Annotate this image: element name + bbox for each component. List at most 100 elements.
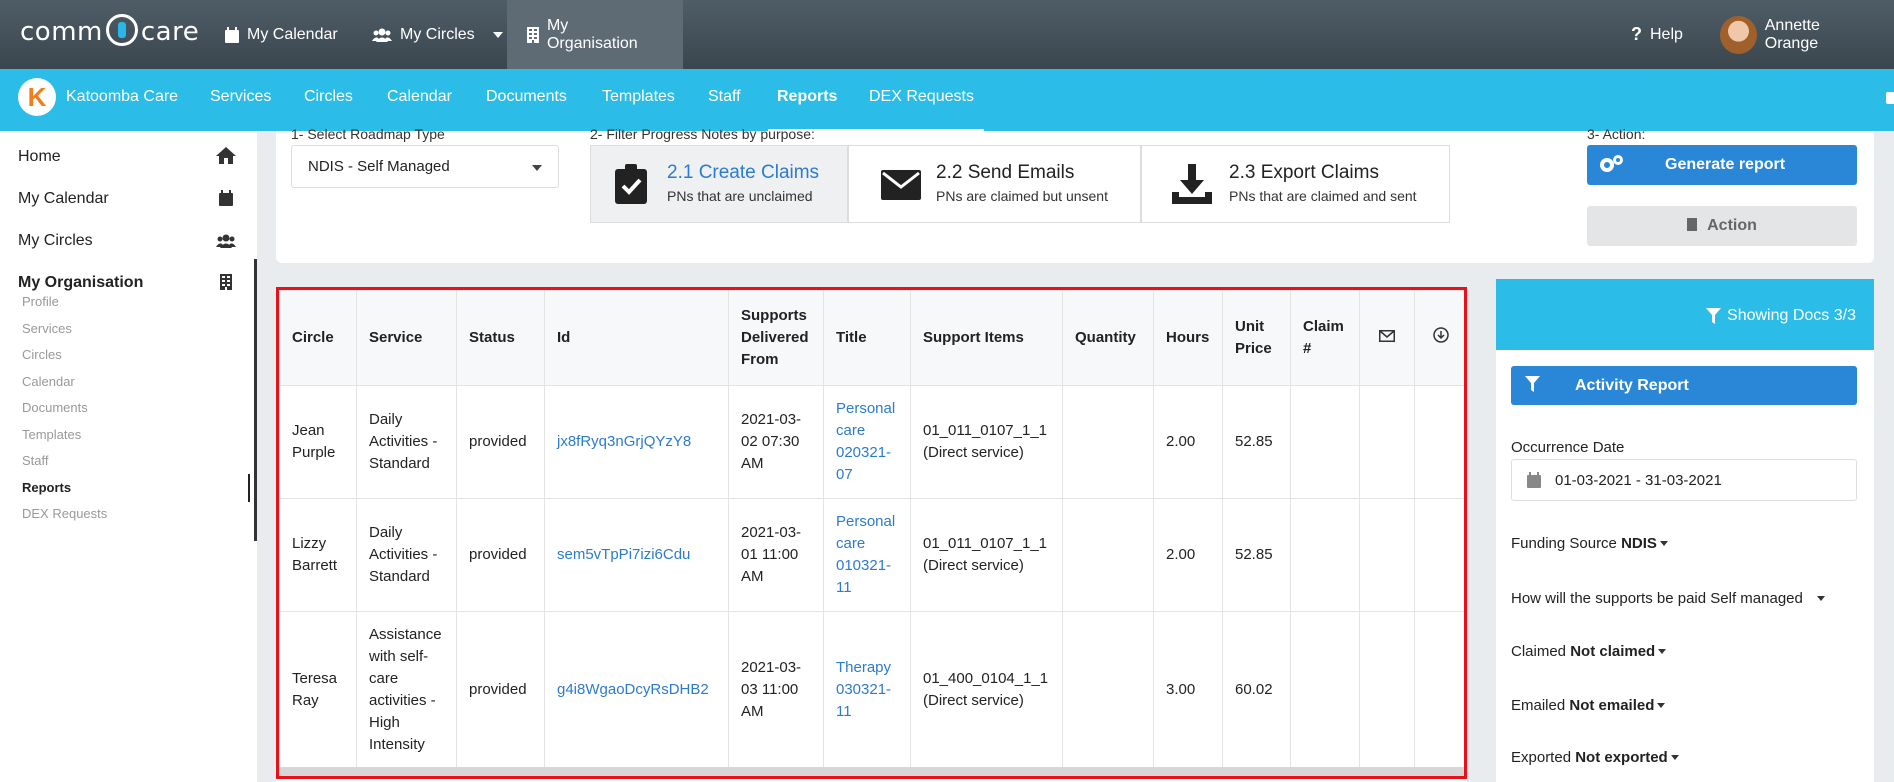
cell-service: Assistance with self-care activities - H… — [356, 611, 457, 768]
column-header-hours[interactable]: Hours — [1153, 290, 1223, 386]
occurrence-date-label: Occurrence Date — [1511, 439, 1625, 456]
column-header-quantity[interactable]: Quantity — [1062, 290, 1154, 386]
sidebar-item-my-calendar[interactable]: My Calendar — [18, 190, 109, 208]
column-header-title[interactable]: Title — [823, 290, 911, 386]
chevron-down-icon — [1657, 703, 1666, 708]
cell-unit-price: 52.85 — [1222, 498, 1291, 612]
column-header-exported[interactable] — [1414, 290, 1468, 386]
sidebar-active-indicator — [254, 259, 257, 541]
action-button-label: Action — [1707, 217, 1757, 234]
column-header-service[interactable]: Service — [356, 290, 457, 386]
roadmap-type-select[interactable]: NDIS - Self Managed — [291, 145, 559, 188]
nav-my-organisation-label: My Organisation — [546, 16, 638, 52]
step-export-claims[interactable]: 2.3 Export Claims PNs that are claimed a… — [1141, 145, 1450, 223]
org-nav-services[interactable]: Services — [210, 88, 271, 106]
user-menu[interactable]: Annette Orange — [1700, 0, 1894, 69]
column-header-id[interactable]: Id — [544, 290, 729, 386]
action-button[interactable]: Action — [1587, 206, 1857, 246]
sidebar-subitem-services[interactable]: Services — [22, 321, 72, 336]
table-row[interactable]: Teresa Ray Assistance with self-care act… — [279, 611, 1468, 768]
user-name: Annette Orange — [1764, 16, 1820, 52]
sidebar-subitem-dex-requests[interactable]: DEX Requests — [22, 506, 107, 521]
generate-report-button[interactable]: Generate report — [1587, 145, 1857, 185]
users-icon — [216, 234, 236, 253]
claimed-value: Not claimed — [1570, 643, 1656, 660]
action-label: 3- Action: — [1587, 126, 1646, 142]
column-header-claim-number[interactable]: Claim # — [1290, 290, 1360, 386]
cell-exported — [1414, 498, 1468, 612]
cell-emailed — [1359, 611, 1415, 768]
chevron-down-icon — [492, 31, 503, 38]
cell-title-link[interactable]: Personal care 010321-11 — [823, 498, 911, 612]
sidebar-item-my-organisation[interactable]: My Organisation — [18, 274, 143, 292]
sidebar-subitem-circles[interactable]: Circles — [22, 347, 62, 362]
occurrence-date-input[interactable]: 01-03-2021 - 31-03-2021 — [1511, 459, 1857, 501]
table-row[interactable]: Lizzy Barrett Daily Activities - Standar… — [279, 498, 1468, 612]
cell-title-link[interactable]: Personal care 020321-07 — [823, 385, 911, 499]
cell-circle: Jean Purple — [279, 385, 357, 499]
sidebar-item-my-circles[interactable]: My Circles — [18, 232, 93, 250]
cell-quantity — [1062, 611, 1154, 768]
table-row[interactable]: Jean Purple Daily Activities - Standard … — [279, 385, 1468, 499]
help-link[interactable]: ? Help — [1611, 0, 1703, 69]
cell-id-link[interactable]: sem5vTpPi7izi6Cdu — [544, 498, 729, 612]
nav-my-calendar[interactable]: My Calendar — [205, 0, 358, 69]
column-header-supports-delivered-from[interactable]: Supports Delivered From — [728, 290, 824, 386]
org-nav-calendar[interactable]: Calendar — [387, 88, 452, 106]
sidebar-subitem-calendar[interactable]: Calendar — [22, 374, 75, 389]
sidebar-subitem-reports[interactable]: Reports — [22, 480, 71, 495]
commcare-logo[interactable]: comm care — [20, 14, 199, 47]
activity-report-button[interactable]: Activity Report — [1511, 366, 1857, 405]
gears-icon — [1597, 153, 1625, 177]
building-icon — [220, 274, 232, 295]
step-export-claims-subtitle: PNs that are claimed and sent — [1229, 188, 1417, 204]
column-header-circle[interactable]: Circle — [279, 290, 357, 386]
claimed-filter[interactable]: Claimed Not claimed — [1511, 643, 1667, 660]
column-header-support-items[interactable]: Support Items — [910, 290, 1063, 386]
chevron-down-icon — [1816, 596, 1825, 601]
org-nav-templates[interactable]: Templates — [602, 88, 675, 106]
nav-my-organisation[interactable]: My Organisation — [507, 0, 683, 69]
column-header-emailed[interactable] — [1359, 290, 1415, 386]
cell-exported — [1414, 385, 1468, 499]
org-name[interactable]: Katoomba Care — [66, 88, 178, 106]
cell-emailed — [1359, 498, 1415, 612]
calendar-icon — [225, 26, 239, 43]
exported-filter[interactable]: Exported Not exported — [1511, 749, 1679, 766]
step-export-claims-title: 2.3 Export Claims — [1229, 162, 1379, 183]
sidebar-subitem-templates[interactable]: Templates — [22, 427, 81, 442]
cell-support-items: 01_011_0107_1_1 (Direct service) — [910, 498, 1063, 612]
step-create-claims-subtitle: PNs that are unclaimed — [667, 188, 813, 204]
funding-source-filter[interactable]: Funding Source NDIS — [1511, 535, 1668, 552]
org-nav-staff[interactable]: Staff — [708, 88, 741, 106]
org-nav-reports[interactable]: Reports — [777, 88, 837, 106]
exported-value: Not exported — [1575, 749, 1668, 766]
cell-title-link[interactable]: Therapy 030321-11 — [823, 611, 911, 768]
showing-docs-count[interactable]: Showing Docs 3/3 — [1706, 307, 1856, 325]
cell-supports-delivered-from: 2021-03-03 11:00 AM — [728, 611, 824, 768]
cell-id-link[interactable]: g4i8WgaoDcyRsDHB2 — [544, 611, 729, 768]
cell-supports-delivered-from: 2021-03-01 11:00 AM — [728, 498, 824, 612]
column-header-unit-price[interactable]: Unit Price — [1222, 290, 1291, 386]
org-nav-documents[interactable]: Documents — [486, 88, 567, 106]
cell-hours: 2.00 — [1153, 498, 1223, 612]
column-header-status[interactable]: Status — [456, 290, 545, 386]
cell-support-items: 01_400_0104_1_1 (Direct service) — [910, 611, 1063, 768]
cell-id-link[interactable]: jx8fRyq3nGrjQYzY8 — [544, 385, 729, 499]
clipboard-check-icon — [615, 164, 647, 209]
sidebar-subitem-staff[interactable]: Staff — [22, 453, 49, 468]
org-logo[interactable]: K — [18, 78, 56, 116]
org-nav-circles[interactable]: Circles — [304, 88, 353, 106]
horizontal-scrollbar[interactable] — [279, 767, 1465, 777]
step-send-emails[interactable]: 2.2 Send Emails PNs are claimed but unse… — [848, 145, 1141, 223]
cell-circle: Teresa Ray — [279, 611, 357, 768]
sidebar-item-home[interactable]: Home — [18, 148, 61, 166]
step-create-claims[interactable]: 2.1 Create Claims PNs that are unclaimed — [590, 145, 848, 223]
chevron-down-icon — [1659, 541, 1668, 546]
nav-my-circles[interactable]: My Circles — [352, 0, 523, 69]
payment-method-filter[interactable]: How will the supports be paid Self manag… — [1511, 590, 1825, 607]
sidebar-subitem-profile[interactable]: Profile — [22, 294, 59, 309]
org-nav-dex-requests[interactable]: DEX Requests — [869, 88, 974, 106]
emailed-filter[interactable]: Emailed Not emailed — [1511, 697, 1666, 714]
sidebar-subitem-documents[interactable]: Documents — [22, 400, 88, 415]
